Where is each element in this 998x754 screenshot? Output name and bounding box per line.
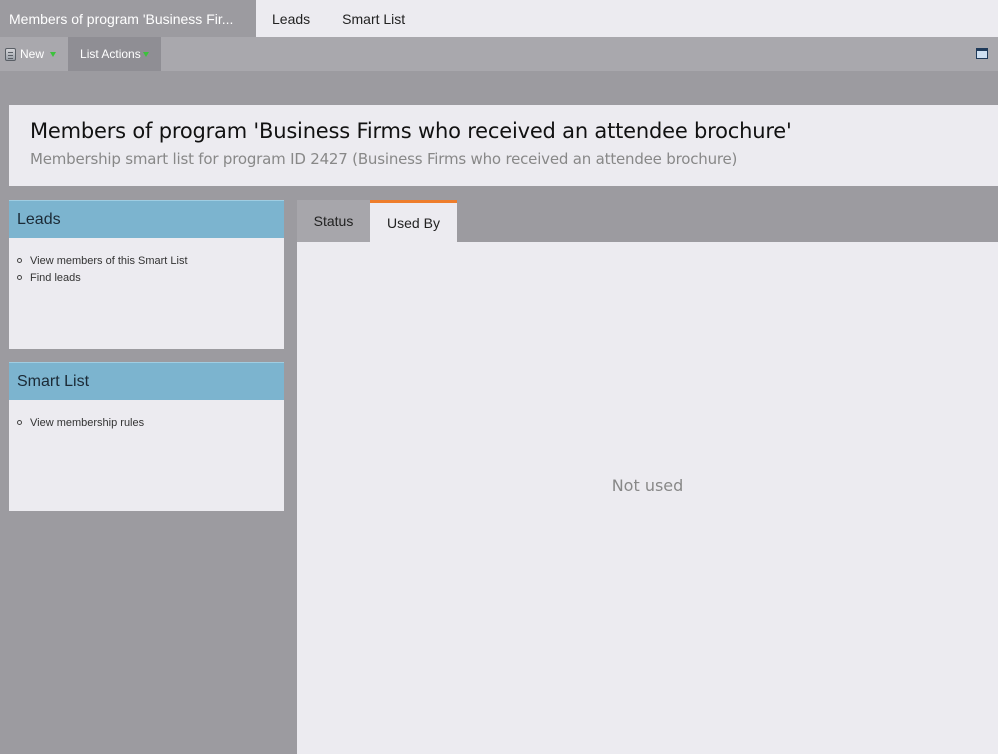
view-membership-rules-link[interactable]: View membership rules [17,414,284,431]
tab-label: Members of program 'Business Fir... [9,10,234,27]
link-label: View members of this Smart List [30,254,188,267]
database-icon [5,47,16,61]
new-button[interactable]: New [0,37,64,71]
tab-label: Status [313,213,354,229]
tab-label: Leads [272,10,311,27]
tab-leads[interactable]: Leads [256,0,326,37]
tab-members-of-program[interactable]: Members of program 'Business Fir... [0,0,256,37]
tab-status[interactable]: Status [297,200,370,242]
tab-used-by[interactable]: Used By [370,200,457,242]
bullet-icon [17,275,22,280]
bullet-icon [17,258,22,263]
find-leads-link[interactable]: Find leads [17,269,284,286]
empty-message: Not used [611,476,684,495]
toolbar: New List Actions [0,37,998,71]
smart-list-panel-list: View membership rules [9,400,284,431]
link-label: View membership rules [30,416,145,429]
tab-label: Used By [387,214,440,231]
smart-list-panel-title: Smart List [9,362,284,400]
bullet-icon [17,420,22,425]
page-header: Members of program 'Business Firms who r… [9,105,998,186]
dropdown-arrow-icon [142,51,149,57]
leads-panel: Leads View members of this Smart List Fi… [9,200,284,349]
link-label: Find leads [30,271,81,284]
dropdown-arrow-icon [50,51,57,57]
tab-label: Smart List [342,10,406,27]
page-title: Members of program 'Business Firms who r… [30,119,792,143]
list-actions-button[interactable]: List Actions [68,37,161,71]
new-button-label: New [20,47,45,61]
leads-panel-list: View members of this Smart List Find lea… [9,238,284,286]
content-tabs: Status Used By [297,200,998,242]
tab-smart-list[interactable]: Smart List [326,0,421,37]
top-tab-bar: Members of program 'Business Fir... Lead… [0,0,998,37]
list-actions-label: List Actions [80,47,141,61]
main-content: Status Used By Not used [297,200,998,754]
page-subtitle: Membership smart list for program ID 242… [30,150,738,168]
tab-body: Not used [297,242,998,754]
maximize-icon[interactable] [976,48,988,59]
leads-panel-title: Leads [9,200,284,238]
smart-list-panel: Smart List View membership rules [9,362,284,511]
view-members-link[interactable]: View members of this Smart List [17,252,284,269]
